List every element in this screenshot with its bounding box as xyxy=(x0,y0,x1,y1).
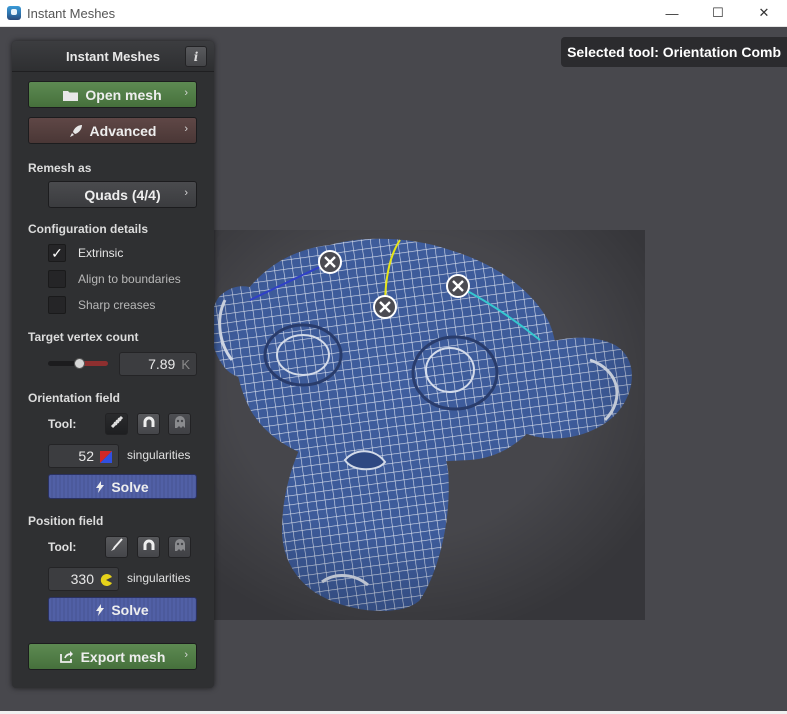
orientation-ghost-tool-button[interactable] xyxy=(168,413,191,435)
chevron-right-icon: › xyxy=(184,649,188,661)
comb-tool-button[interactable] xyxy=(105,413,128,435)
sharp-creases-label: Sharp creases xyxy=(78,298,156,312)
export-mesh-button[interactable]: Export mesh › xyxy=(28,643,197,670)
vertex-count-unit: K xyxy=(181,356,190,372)
folder-icon xyxy=(63,89,79,101)
vertex-count-input[interactable]: 7.89 K xyxy=(119,352,197,376)
vertex-count-value: 7.89 xyxy=(148,356,176,372)
panel-title: Instant Meshes xyxy=(66,48,160,64)
align-to-boundaries-label: Align to boundaries xyxy=(78,272,181,286)
open-mesh-button[interactable]: Open mesh › xyxy=(28,81,197,108)
position-solve-label: Solve xyxy=(111,601,149,618)
position-solve-button[interactable]: Solve xyxy=(48,597,197,622)
open-mesh-label: Open mesh xyxy=(85,86,162,103)
pacman-icon xyxy=(100,573,112,586)
mesh-body xyxy=(205,230,645,620)
info-button[interactable]: i xyxy=(185,46,207,67)
selected-tool-indicator: Selected tool: Orientation Comb xyxy=(561,37,787,67)
comb-icon xyxy=(110,415,124,434)
lightning-icon xyxy=(96,480,105,493)
brush-tool-button[interactable] xyxy=(105,536,128,558)
singularity-color-icon xyxy=(100,450,112,463)
position-singularities-box: 330 xyxy=(48,567,119,591)
orientation-singularities-label: singularities xyxy=(127,448,191,462)
panel-header[interactable]: Instant Meshes i xyxy=(12,41,214,72)
remesh-as-label: Remesh as xyxy=(28,161,92,175)
position-field-label: Position field xyxy=(28,514,104,528)
position-singularities-label: singularities xyxy=(127,571,191,585)
orientation-field-label: Orientation field xyxy=(28,391,121,405)
rocket-icon xyxy=(69,124,83,138)
extrinsic-option[interactable]: ✓ Extrinsic xyxy=(48,244,123,262)
position-ghost-tool-button[interactable] xyxy=(168,536,191,558)
remesh-as-value: Quads (4/4) xyxy=(84,186,161,203)
orientation-singularities-value: 52 xyxy=(78,448,94,464)
target-vertex-count-label: Target vertex count xyxy=(28,330,139,344)
remove-stroke-handle-3[interactable] xyxy=(446,274,470,298)
configuration-details-label: Configuration details xyxy=(28,222,148,236)
lightning-icon xyxy=(96,603,105,616)
extrinsic-label: Extrinsic xyxy=(78,246,124,260)
chevron-right-icon: › xyxy=(184,187,188,199)
ghost-icon xyxy=(173,538,187,557)
position-magnet-tool-button[interactable] xyxy=(137,536,160,558)
extrinsic-checkbox[interactable]: ✓ xyxy=(48,244,66,262)
ghost-icon xyxy=(173,415,187,434)
instant-meshes-panel: Instant Meshes i Open mesh › Advanced › … xyxy=(12,41,214,688)
position-singularities-value: 330 xyxy=(70,571,94,587)
brush-icon xyxy=(110,537,124,557)
align-to-boundaries-option[interactable]: Align to boundaries xyxy=(48,270,181,288)
orientation-singularities-box: 52 xyxy=(48,444,119,468)
magnet-icon xyxy=(142,538,156,557)
export-icon xyxy=(59,650,74,663)
align-to-boundaries-checkbox[interactable] xyxy=(48,270,66,288)
sharp-creases-option[interactable]: Sharp creases xyxy=(48,296,155,314)
position-tool-label: Tool: xyxy=(48,540,77,554)
advanced-label: Advanced xyxy=(89,122,157,139)
orientation-solve-button[interactable]: Solve xyxy=(48,474,197,499)
remove-stroke-handle-1[interactable] xyxy=(318,250,342,274)
orientation-tool-label: Tool: xyxy=(48,417,77,431)
remove-stroke-handle-2[interactable] xyxy=(373,295,397,319)
orientation-magnet-tool-button[interactable] xyxy=(137,413,160,435)
sharp-creases-checkbox[interactable] xyxy=(48,296,66,314)
magnet-icon xyxy=(142,415,156,434)
chevron-right-icon: › xyxy=(184,123,188,135)
slider-knob[interactable] xyxy=(74,358,85,369)
chevron-right-icon: › xyxy=(184,87,188,99)
export-mesh-label: Export mesh xyxy=(80,648,166,665)
orientation-solve-label: Solve xyxy=(111,478,149,495)
remesh-as-dropdown[interactable]: Quads (4/4) › xyxy=(48,181,197,208)
advanced-button[interactable]: Advanced › xyxy=(28,117,197,144)
